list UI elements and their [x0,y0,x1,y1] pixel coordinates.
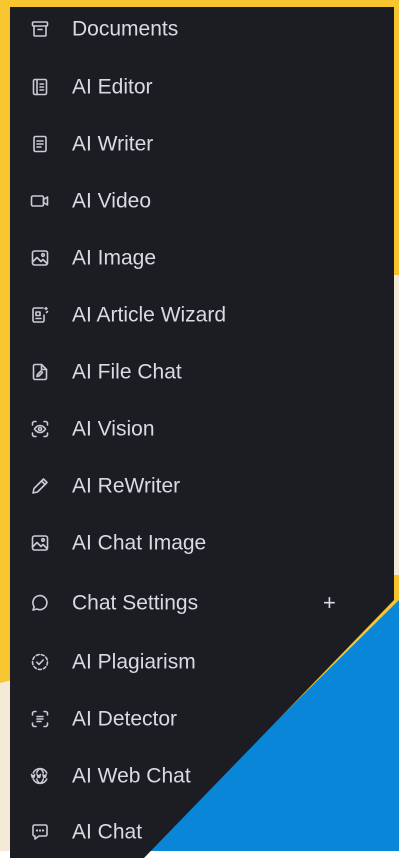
globe-www-icon [30,766,50,786]
sidebar-item-ai-editor[interactable]: AI Editor [10,67,394,107]
sidebar-item-ai-article-wizard[interactable]: AI Article Wizard [10,295,394,335]
sidebar-item-ai-rewriter[interactable]: AI ReWriter [10,466,394,506]
vision-eye-icon [30,419,50,439]
sidebar-item-label: AI Detector [72,707,178,731]
sidebar-item-ai-file-chat[interactable]: AI File Chat [10,352,394,392]
image-icon [30,533,50,553]
video-camera-icon [30,191,50,211]
chat-bubble-icon [30,593,50,613]
sidebar-item-label: AI Web Chat [72,764,191,788]
notebook-icon [30,77,50,97]
archive-icon [30,19,50,39]
sidebar-item-label: AI Editor [72,75,153,99]
sidebar-item-label: AI Video [72,189,152,213]
sidebar-item-label: Chat Settings [72,591,199,615]
sidebar-item-label: AI Writer [72,132,154,156]
sidebar-item-label: AI Article Wizard [72,303,227,327]
sidebar-item-label: AI Chat [72,820,143,844]
message-icon [30,822,50,842]
sidebar-item-ai-chat-image[interactable]: AI Chat Image [10,523,394,563]
sidebar-item-label: AI ReWriter [72,474,181,498]
sidebar-item-label: AI Vision [72,417,155,441]
sidebar-item-label: AI Image [72,246,157,270]
sidebar-item-label: AI Chat Image [72,531,207,555]
sidebar-item-label: AI File Chat [72,360,182,384]
scan-text-icon [30,709,50,729]
check-circle-dashed-icon [30,652,50,672]
image-icon [30,248,50,268]
sidebar-item-label: AI Plagiarism [72,650,196,674]
sidebar-item-label: Documents [72,17,179,41]
article-wizard-icon [30,305,50,325]
sidebar-item-documents[interactable]: Documents [10,9,394,49]
file-edit-icon [30,362,50,382]
document-text-icon [30,134,50,154]
pencil-icon [30,476,50,496]
sidebar-item-ai-writer[interactable]: AI Writer [10,124,394,164]
sidebar-item-ai-video[interactable]: AI Video [10,181,394,221]
sidebar-item-chat-settings[interactable]: Chat Settings + [10,583,394,623]
sidebar-item-ai-image[interactable]: AI Image [10,238,394,278]
expand-plus-icon[interactable]: + [323,592,336,614]
sidebar-item-ai-vision[interactable]: AI Vision [10,409,394,449]
